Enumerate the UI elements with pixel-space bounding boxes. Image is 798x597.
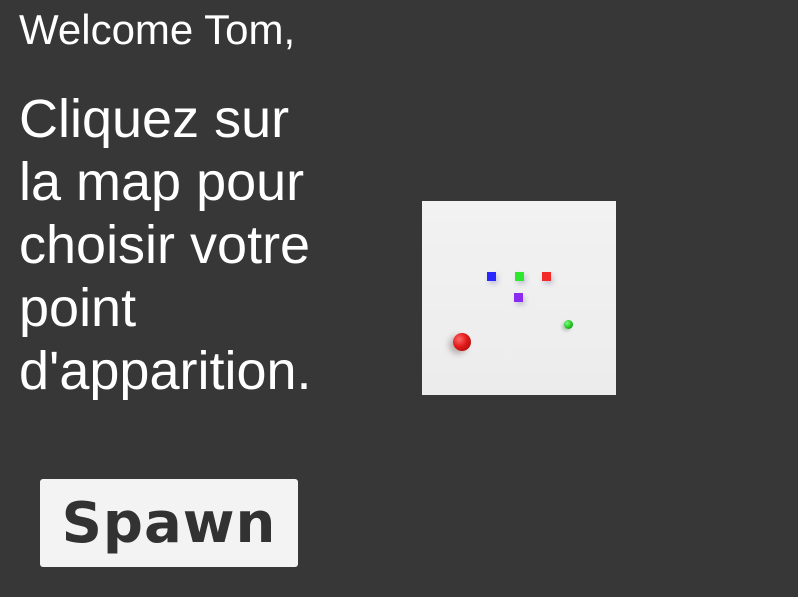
- green-player-ball: [564, 320, 573, 329]
- instructions-line: d'apparition.: [19, 341, 312, 401]
- green-spawn-marker: [515, 272, 524, 281]
- red-spawn-marker: [542, 272, 551, 281]
- blue-spawn-marker: [487, 272, 496, 281]
- red-player-ball: [453, 333, 471, 351]
- instructions-line: choisir votre: [19, 215, 311, 275]
- instructions-line: point: [19, 278, 137, 338]
- spawn-button[interactable]: Spawn: [40, 479, 298, 567]
- purple-spawn-marker: [514, 293, 523, 302]
- welcome-message: Welcome Tom,: [19, 6, 296, 53]
- instructions-line: la map pour: [19, 152, 305, 212]
- instructions-line: Cliquez sur: [19, 89, 290, 149]
- spawn-map[interactable]: [422, 201, 616, 395]
- instructions-text: Cliquez sur la map pour choisir votre po…: [19, 88, 339, 403]
